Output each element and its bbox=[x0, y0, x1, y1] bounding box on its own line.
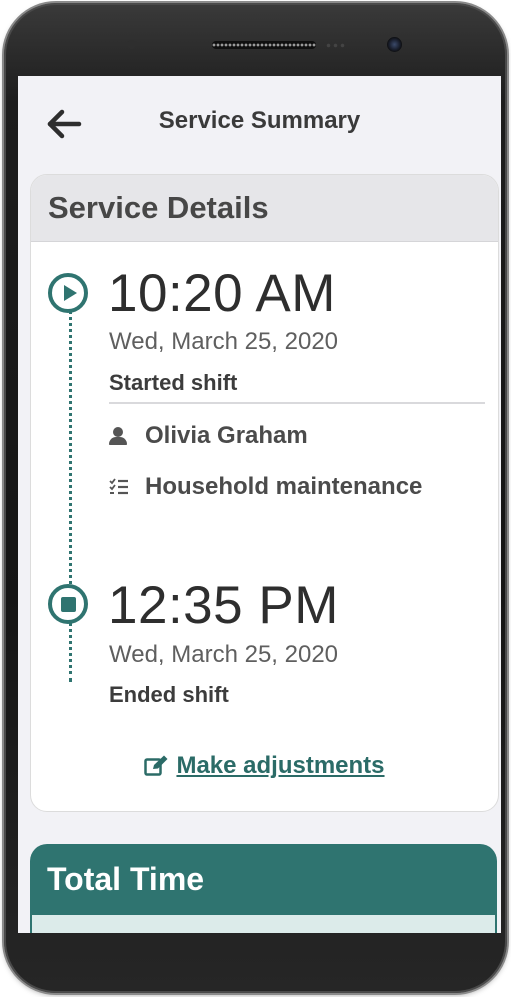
play-circle-icon bbox=[48, 273, 88, 313]
phone-frame: Service Summary Service Details 10:20 AM… bbox=[4, 3, 507, 993]
timeline-connector bbox=[69, 310, 72, 682]
task-list-icon bbox=[109, 478, 128, 495]
front-camera bbox=[387, 37, 402, 52]
sensor-dots bbox=[325, 43, 345, 48]
edit-icon bbox=[144, 755, 168, 776]
service-details-card: Service Details 10:20 AM Wed, March 25, … bbox=[30, 174, 499, 812]
caregiver-name: Olivia Graham bbox=[145, 422, 308, 449]
page-title: Service Summary bbox=[158, 107, 361, 134]
service-details-title: Service Details bbox=[31, 175, 498, 242]
end-time: 12:35 PM bbox=[108, 576, 339, 635]
total-time-card: Total Time bbox=[30, 844, 497, 933]
start-event-label: Started shift bbox=[109, 370, 238, 395]
top-bar: Service Summary bbox=[18, 76, 501, 168]
service-type-name: Household maintenance bbox=[145, 473, 423, 500]
end-event-label: Ended shift bbox=[109, 682, 229, 707]
person-icon bbox=[109, 427, 127, 445]
earpiece-speaker bbox=[212, 41, 316, 49]
total-time-body bbox=[32, 915, 495, 933]
end-date: Wed, March 25, 2020 bbox=[109, 641, 339, 668]
make-adjustments-link[interactable]: Make adjustments bbox=[31, 752, 498, 780]
service-type-row: Household maintenance bbox=[109, 472, 422, 502]
app-screen: Service Summary Service Details 10:20 AM… bbox=[18, 76, 501, 933]
start-time: 10:20 AM bbox=[108, 264, 336, 323]
stop-circle-icon bbox=[48, 584, 88, 624]
make-adjustments-label[interactable]: Make adjustments bbox=[176, 752, 384, 780]
total-time-title: Total Time bbox=[47, 861, 205, 897]
microphone-hole bbox=[127, 40, 136, 49]
divider bbox=[109, 402, 485, 404]
start-date: Wed, March 25, 2020 bbox=[109, 328, 339, 355]
caregiver-row: Olivia Graham bbox=[109, 421, 308, 451]
